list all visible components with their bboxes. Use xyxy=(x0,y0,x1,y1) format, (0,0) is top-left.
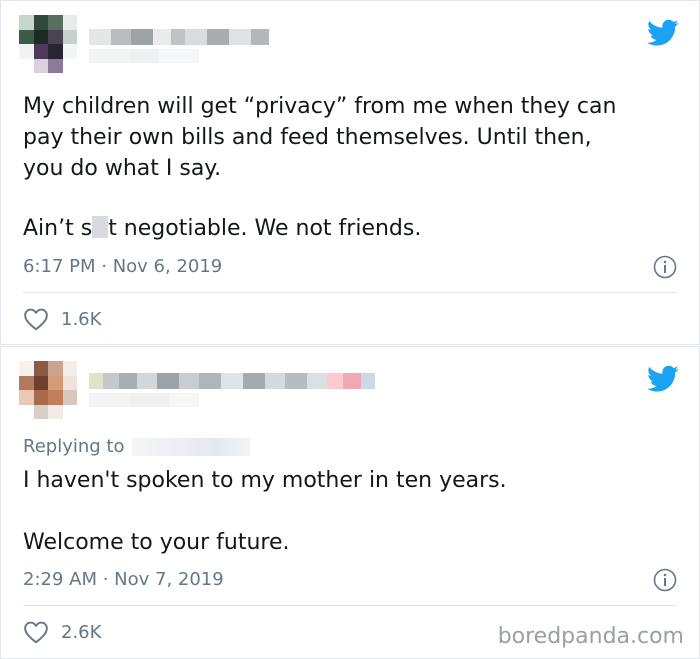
twitter-bird-icon[interactable] xyxy=(647,19,679,47)
tweet-text-line: pay their own bills and feed themselves.… xyxy=(23,125,592,150)
avatar[interactable] xyxy=(19,361,77,419)
avatar[interactable] xyxy=(19,15,77,73)
tweet-text-line: My children will get “privacy” from me w… xyxy=(23,94,617,119)
divider xyxy=(23,605,677,606)
tweet-timestamp[interactable]: 2:29 AM · Nov 7, 2019 xyxy=(23,569,224,590)
tweet-text-line: I haven't spoken to my mother in ten yea… xyxy=(23,468,507,493)
user-handle-blurred xyxy=(89,49,199,83)
user-handle-blurred xyxy=(89,393,199,427)
like-button[interactable]: 1.6K xyxy=(23,307,101,331)
tweet-text-line: Ain’t s t negotiable. We not friends. xyxy=(23,213,421,245)
like-count: 1.6K xyxy=(61,308,102,330)
like-button[interactable]: 2.6K xyxy=(23,620,101,644)
tweet-text-line: Welcome to your future. xyxy=(23,530,290,555)
like-count: 2.6K xyxy=(61,621,102,643)
tweet-card-2: Replying to I haven't spoken to my mothe… xyxy=(0,346,700,659)
censor-block xyxy=(92,216,109,238)
divider xyxy=(23,292,677,293)
tweet-text-fragment: Ain’t s xyxy=(23,216,93,241)
twitter-bird-icon[interactable] xyxy=(647,365,679,393)
tweet-timestamp[interactable]: 6:17 PM · Nov 6, 2019 xyxy=(23,256,222,277)
tweet-text-line: you do what I say. xyxy=(23,156,222,181)
heart-icon[interactable] xyxy=(23,307,49,331)
watermark: boredpanda.com xyxy=(497,624,684,649)
replied-user-blurred[interactable] xyxy=(132,437,251,456)
replying-to: Replying to xyxy=(23,436,251,457)
info-icon[interactable] xyxy=(653,255,677,279)
info-icon[interactable] xyxy=(653,568,677,592)
tweet-text-fragment: t negotiable. We not friends. xyxy=(108,216,422,241)
tweet-card-1: My children will get “privacy” from me w… xyxy=(0,0,700,345)
replying-to-label: Replying to xyxy=(23,436,125,457)
heart-icon[interactable] xyxy=(23,620,49,644)
